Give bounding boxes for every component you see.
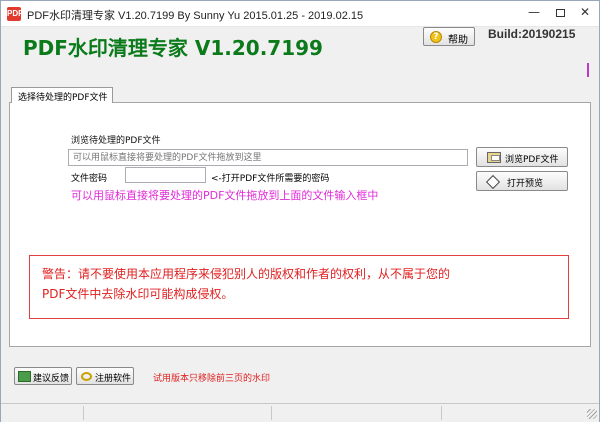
question-icon: ? [430,31,442,43]
close-icon: ✕ [579,5,591,19]
key-icon [81,372,92,381]
help-button-label: 帮助 [448,35,468,46]
help-button[interactable]: ? 帮助 [423,27,475,46]
tab-select-pdf[interactable]: 选择待处理的PDF文件 [11,87,113,103]
warning-line-2: PDF文件中去除水印可能构成侵权。 [42,287,234,301]
drag-drop-tip: 可以用鼠标直接将要处理的PDF文件拖放到上面的文件输入框中 [71,189,379,202]
register-button[interactable]: 注册软件 [76,367,134,385]
folder-open-icon [487,152,501,163]
trial-note: 试用版本只移除前三页的水印 [153,374,271,384]
browse-label: 浏览待处理的PDF文件 [71,136,161,146]
status-divider [441,406,442,420]
open-preview-button[interactable]: 打开预览 [476,171,568,191]
app-icon: PDF [7,7,23,21]
resize-grip[interactable] [587,409,597,419]
preview-icon [485,174,501,190]
edge-marker [587,63,589,77]
status-divider [271,406,272,420]
tab-label: 选择待处理的PDF文件 [18,93,108,103]
status-bar [1,403,599,422]
register-button-label: 注册软件 [95,374,132,384]
browse-pdf-button[interactable]: 浏览PDF文件 [476,147,568,167]
app-window: PDF PDF水印清理专家 V1.20.7199 By Sunny Yu 201… [0,0,600,422]
minimize-icon: — [528,5,540,19]
password-input[interactable] [125,167,206,183]
build-label: Build:20190215 [488,27,576,41]
browse-pdf-button-label: 浏览PDF文件 [505,155,559,165]
password-hint: <-打开PDF文件所需要的密码 [211,174,330,184]
title-bar: PDF PDF水印清理专家 V1.20.7199 By Sunny Yu 201… [1,1,599,27]
pdf-path-input[interactable] [68,149,468,166]
warning-line-1: 警告：请不要使用本应用程序来侵犯别人的版权和作者的权利，从不属于您的 [42,267,451,281]
window-title: PDF水印清理专家 V1.20.7199 By Sunny Yu 2015.01… [27,10,364,22]
app-title: PDF水印清理专家 V1.20.7199 [23,36,323,60]
feedback-icon [18,371,31,382]
status-divider [83,406,84,420]
feedback-button[interactable]: 建议反馈 [14,367,72,385]
maximize-icon [555,8,565,17]
warning-box: 警告：请不要使用本应用程序来侵犯别人的版权和作者的权利，从不属于您的 PDF文件… [29,255,569,319]
password-label: 文件密码 [71,174,108,184]
feedback-button-label: 建议反馈 [33,374,70,384]
close-button[interactable]: ✕ [570,1,600,23]
open-preview-button-label: 打开预览 [507,179,544,189]
